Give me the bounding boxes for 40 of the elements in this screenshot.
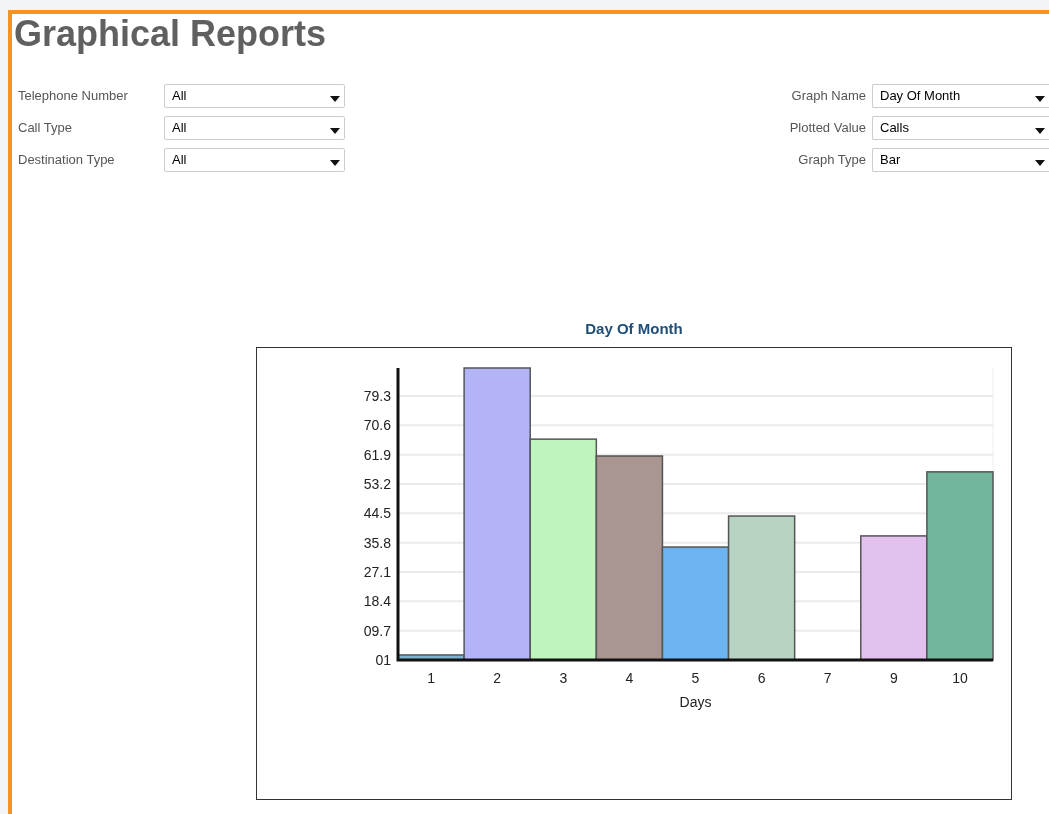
dropdown[interactable]: All bbox=[164, 116, 345, 140]
y-tick-label: 70.6 bbox=[363, 417, 391, 434]
chart-title: Day Of Month bbox=[585, 319, 683, 339]
y-tick-label: 53.2 bbox=[363, 476, 391, 492]
caret-icon bbox=[1035, 160, 1045, 166]
x-tick-label: 4 bbox=[625, 670, 634, 686]
x-tick-label: 5 bbox=[691, 670, 700, 686]
caret-icon bbox=[330, 160, 340, 166]
y-tick-label: 44.5 bbox=[363, 505, 391, 522]
x-tick-label: 9 bbox=[889, 670, 898, 686]
caret-icon bbox=[1035, 128, 1045, 134]
x-tick-label: 7 bbox=[823, 670, 832, 686]
x-tick-label: 10 bbox=[952, 670, 968, 686]
x-axis-title: Days bbox=[679, 694, 712, 710]
y-tick-label: 18.4 bbox=[363, 593, 391, 610]
dropdown[interactable]: Calls bbox=[872, 116, 1049, 140]
dropdown[interactable]: Day Of Month bbox=[872, 84, 1049, 108]
y-tick-label: 01 bbox=[375, 652, 391, 668]
field-label: Telephone Number bbox=[18, 87, 129, 106]
field-label: Graph Name bbox=[791, 87, 866, 106]
dropdown[interactable]: All bbox=[164, 84, 345, 108]
dropdown[interactable]: All bbox=[164, 148, 345, 172]
y-tick-label: 61.9 bbox=[363, 446, 391, 463]
dropdown[interactable]: Bar bbox=[872, 148, 1049, 172]
x-tick-label: 3 bbox=[559, 670, 568, 686]
y-tick-label: 79.3 bbox=[363, 388, 391, 404]
y-tick-label: 27.1 bbox=[363, 564, 391, 580]
caret-icon bbox=[330, 96, 340, 102]
caret-icon bbox=[1035, 96, 1045, 102]
field-label: Call Type bbox=[18, 119, 73, 138]
y-tick-label: 09.7 bbox=[363, 622, 391, 639]
field-label: Graph Type bbox=[798, 151, 866, 170]
field-label: Plotted Value bbox=[789, 119, 866, 138]
x-tick-label: 1 bbox=[427, 670, 435, 686]
page-title: Graphical Reports bbox=[14, 14, 327, 54]
x-tick-label: 6 bbox=[757, 670, 766, 686]
y-tick-label: 35.8 bbox=[363, 534, 391, 551]
x-tick-label: 2 bbox=[493, 670, 502, 686]
field-label: Destination Type bbox=[18, 151, 116, 170]
caret-icon bbox=[330, 128, 340, 134]
